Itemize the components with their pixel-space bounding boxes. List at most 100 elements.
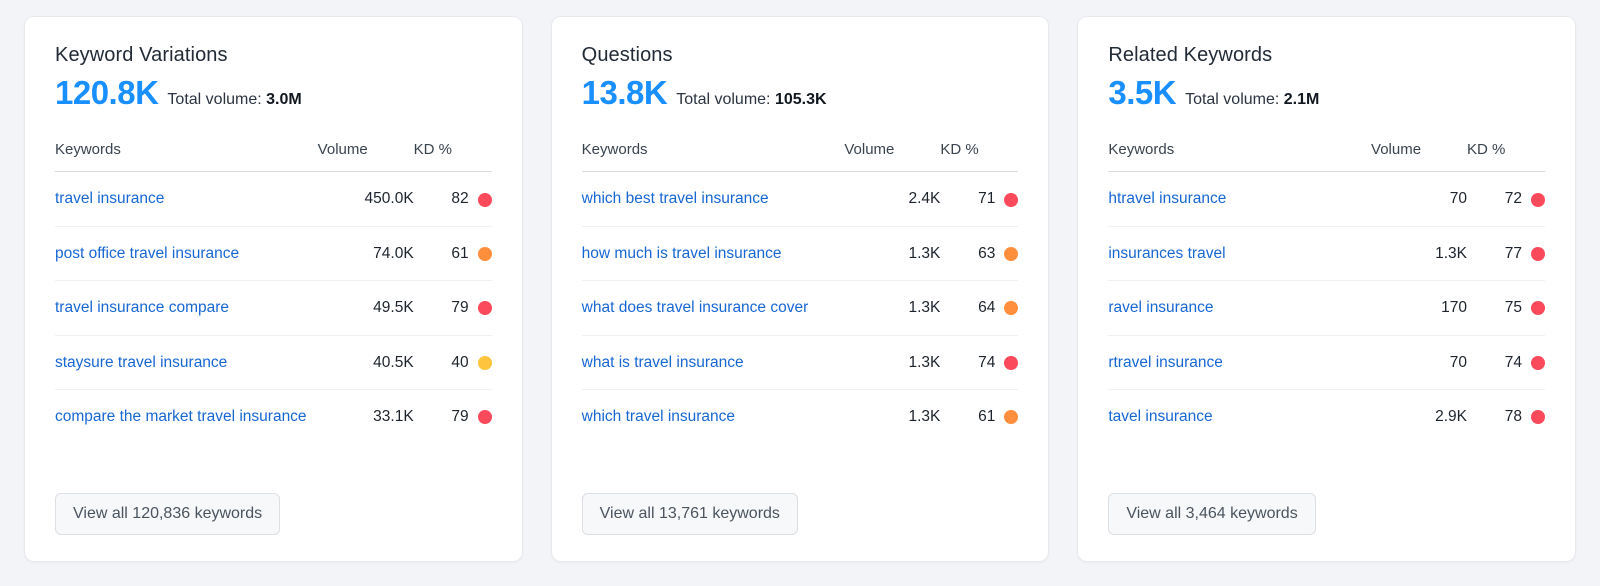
kd-difficulty-dot-icon — [1004, 192, 1019, 207]
table-row: travel insurance compare 49.5K 79 — [55, 280, 492, 336]
volume-cell: 70 — [1371, 335, 1468, 391]
column-header-volume: Volume — [844, 141, 941, 173]
kd-value: 63 — [978, 244, 996, 262]
kd-value-wrapper: 77 — [1504, 243, 1546, 265]
kd-value-wrapper: 79 — [451, 297, 492, 319]
kd-difficulty-dot-icon — [477, 410, 492, 425]
kd-difficulty-dot-icon — [1531, 192, 1546, 207]
table-row: travel insurance 450.0K 82 — [55, 171, 492, 227]
volume-cell: 2.4K — [844, 171, 941, 227]
volume-cell: 170 — [1371, 280, 1468, 336]
kd-value-wrapper: 79 — [451, 406, 492, 428]
kd-difficulty-dot-icon — [1531, 355, 1546, 370]
keyword-card: Questions 13.8K Total volume: 105.3K Keywor… — [550, 16, 1050, 562]
column-header-keywords: Keywords — [581, 141, 845, 173]
keyword-cell: travel insurance — [55, 171, 318, 227]
keyword-link[interactable]: tavel insurance — [1108, 406, 1212, 428]
column-header-volume: Volume — [317, 141, 414, 173]
table-row: tavel insurance 2.9K 78 — [1108, 390, 1546, 444]
kd-value: 74 — [978, 353, 996, 371]
kd-difficulty-dot-icon — [477, 247, 492, 261]
kd-difficulty-dot-icon — [1531, 410, 1546, 425]
kd-cell: 61 — [413, 226, 492, 282]
keyword-card: Keyword Variations 120.8K Total volume: 3.… — [24, 16, 523, 562]
table-row: what is travel insurance 1.3K 74 — [581, 335, 1019, 391]
keyword-cell: compare the market travel insurance — [55, 390, 318, 444]
kd-value: 77 — [1504, 244, 1523, 262]
total-keywords-value: 120.8K — [55, 74, 159, 111]
table-row: ravel insurance 170 75 — [1108, 280, 1546, 336]
kd-cell: 79 — [413, 280, 492, 336]
table-row: insurances travel 1.3K 77 — [1108, 226, 1546, 282]
kd-cell: 77 — [1467, 226, 1546, 282]
kd-value: 74 — [1504, 353, 1523, 371]
column-header-kd: KD % — [413, 141, 492, 173]
table-row: how much is travel insurance 1.3K 63 — [581, 226, 1019, 282]
volume-cell: 1.3K — [844, 280, 941, 336]
table-row: htravel insurance 70 72 — [1108, 171, 1546, 227]
keyword-link[interactable]: staysure travel insurance — [55, 352, 227, 374]
keyword-cell: which travel insurance — [582, 390, 845, 444]
kd-value-wrapper: 63 — [978, 243, 1019, 265]
kd-cell: 78 — [1467, 390, 1546, 444]
kd-value: 72 — [1504, 190, 1523, 208]
keyword-link[interactable]: post office travel insurance — [55, 243, 239, 265]
kd-value-wrapper: 74 — [978, 352, 1019, 374]
total-keywords-value: 3.5K — [1108, 74, 1177, 111]
kd-cell: 61 — [940, 390, 1019, 444]
keyword-link[interactable]: rtravel insurance — [1108, 352, 1223, 374]
total-volume: Total volume: 105.3K — [676, 91, 826, 109]
table-row: what does travel insurance cover 1.3K 64 — [581, 280, 1019, 336]
keyword-link[interactable]: compare the market travel insurance — [55, 406, 307, 428]
kd-value-wrapper: 75 — [1504, 297, 1546, 319]
view-all-keywords-button[interactable]: View all 13,761 keywords — [581, 492, 798, 535]
keyword-link[interactable]: travel insurance compare — [55, 297, 229, 319]
kd-value: 40 — [451, 353, 469, 371]
kd-cell: 72 — [1467, 171, 1546, 227]
table-row: which best travel insurance 2.4K 71 — [581, 171, 1019, 227]
view-all-keywords-button[interactable]: View all 3,464 keywords — [1108, 492, 1316, 535]
keyword-link[interactable]: which best travel insurance — [582, 188, 769, 210]
column-header-volume: Volume — [1371, 141, 1468, 173]
keyword-link[interactable]: what is travel insurance — [582, 352, 744, 374]
kd-value-wrapper: 78 — [1504, 406, 1546, 428]
table-row: rtravel insurance 70 74 — [1108, 335, 1546, 391]
keyword-link[interactable]: htravel insurance — [1108, 188, 1226, 210]
kd-difficulty-dot-icon — [477, 192, 492, 207]
volume-cell: 1.3K — [908, 408, 941, 426]
kd-difficulty-dot-icon — [1531, 247, 1546, 261]
kd-value-wrapper: 74 — [1504, 352, 1546, 374]
keyword-cell: ravel insurance — [1108, 280, 1372, 336]
kd-cell: 63 — [940, 226, 1019, 282]
keyword-link[interactable]: ravel insurance — [1108, 297, 1213, 319]
kd-cell: 79 — [414, 390, 492, 444]
total-volume-label: Total volume: — [1185, 91, 1280, 108]
keyword-link[interactable]: how much is travel insurance — [582, 243, 782, 265]
kd-value: 78 — [1504, 408, 1523, 426]
table-row: which travel insurance 1.3K 61 — [582, 390, 1019, 444]
keyword-overview-board: Keyword Variations 120.8K Total volume: 3.… — [0, 0, 1600, 586]
card-footer: View all 120,836 keywords — [55, 469, 492, 561]
card-footer: View all 3,464 keywords — [1108, 469, 1545, 561]
table-header-row: Keywords Volume KD % — [1108, 141, 1546, 173]
keyword-link[interactable]: travel insurance — [55, 188, 164, 210]
volume-cell: 1.3K — [844, 335, 941, 391]
kd-value: 75 — [1504, 299, 1523, 317]
kd-value-wrapper: 82 — [451, 188, 492, 210]
kd-value: 82 — [451, 190, 469, 208]
keyword-cell: rtravel insurance — [1108, 335, 1372, 391]
total-keywords-value: 13.8K — [581, 74, 668, 111]
keyword-link[interactable]: which travel insurance — [582, 406, 735, 428]
volume-cell: 1.3K — [844, 226, 941, 282]
keyword-link[interactable]: insurances travel — [1108, 243, 1225, 265]
keyword-link[interactable]: what does travel insurance cover — [582, 297, 809, 319]
card-footer: View all 13,761 keywords — [581, 469, 1019, 561]
table-row: compare the market travel insurance 33.1K… — [55, 390, 492, 444]
kd-cell: 82 — [413, 171, 492, 227]
volume-cell: 2.9K — [1435, 408, 1468, 426]
table-header-row: Keywords Volume KD % — [581, 141, 1019, 173]
total-volume-value: 3.0M — [266, 91, 302, 108]
total-volume-value: 105.3K — [774, 91, 827, 108]
view-all-keywords-button[interactable]: View all 120,836 keywords — [55, 492, 281, 535]
volume-cell: 49.5K — [317, 280, 414, 336]
